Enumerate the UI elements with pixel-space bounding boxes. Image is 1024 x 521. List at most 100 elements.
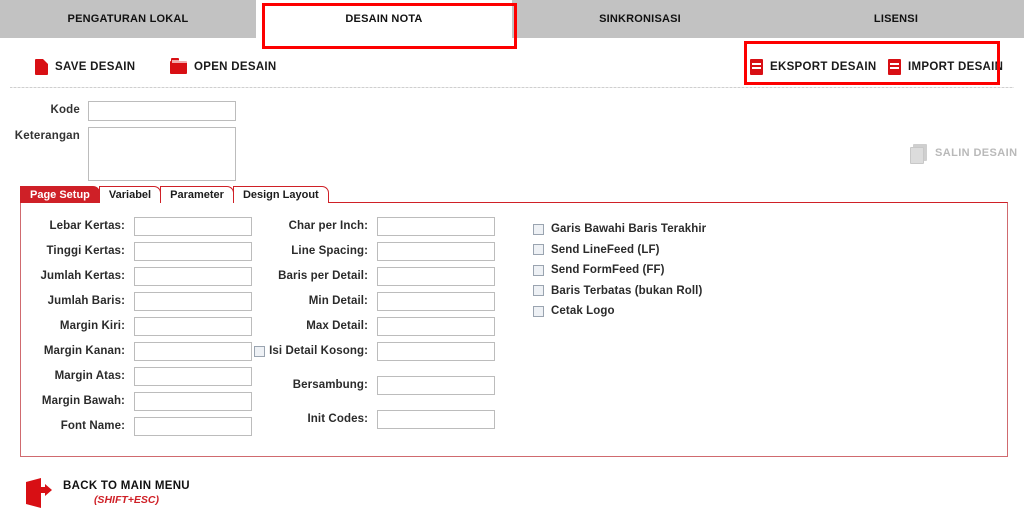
- field-max-detail: Max Detail:: [269, 316, 495, 336]
- tab-label: Page Setup: [30, 189, 90, 201]
- field-label: Line Spacing:: [291, 245, 368, 257]
- page-setup-options-column: Garis Bawahi Baris Terakhir Send LineFee…: [533, 219, 706, 322]
- back-to-main-menu-button[interactable]: BACK TO MAIN MENU (SHIFT+ESC): [26, 478, 190, 508]
- nav-tab-desain-nota[interactable]: DESAIN NOTA: [256, 0, 512, 38]
- field-label: Baris per Detail:: [278, 270, 368, 282]
- min-detail-input[interactable]: [377, 291, 495, 311]
- salin-desain-label: SALIN DESAIN: [935, 146, 1018, 159]
- option-label: Garis Bawahi Baris Terakhir: [551, 223, 707, 235]
- option-label: Send FormFeed (FF): [551, 264, 665, 276]
- field-margin-kiri: Margin Kiri:: [26, 316, 252, 336]
- salin-desain-button[interactable]: SALIN DESAIN: [910, 144, 1018, 164]
- nav-tab-label: SINKRONISASI: [599, 13, 681, 25]
- field-label: Jumlah Kertas:: [40, 270, 125, 282]
- document-icon: [35, 59, 48, 75]
- option-baris-terbatas[interactable]: Baris Terbatas (bukan Roll): [533, 281, 706, 301]
- garis-bawahi-checkbox[interactable]: [533, 223, 544, 235]
- open-desain-button[interactable]: OPEN DESAIN: [170, 57, 277, 77]
- field-label: Min Detail:: [308, 295, 368, 307]
- keterangan-textarea[interactable]: [88, 127, 236, 181]
- kode-label: Kode: [50, 104, 80, 116]
- field-lebar-kertas: Lebar Kertas:: [26, 216, 252, 236]
- copy-document-icon: [910, 144, 927, 164]
- document-export-icon: [750, 59, 763, 75]
- char-per-inch-input[interactable]: [377, 216, 495, 236]
- back-to-main-menu-label: BACK TO MAIN MENU: [63, 480, 190, 492]
- tab-design-layout[interactable]: Design Layout: [232, 186, 329, 203]
- page-setup-middle-column: Char per Inch: Line Spacing: Baris per D…: [254, 216, 495, 434]
- field-label: Init Codes:: [307, 413, 368, 425]
- field-label: Isi Detail Kosong:: [269, 345, 368, 357]
- eksport-desain-label: EKSPORT DESAIN: [770, 61, 877, 73]
- isi-detail-kosong-checkbox[interactable]: [254, 345, 266, 357]
- field-margin-kanan: Margin Kanan:: [26, 341, 252, 361]
- bersambung-input[interactable]: [377, 375, 495, 395]
- tab-variabel[interactable]: Variabel: [98, 186, 162, 203]
- field-label: Margin Atas:: [54, 370, 125, 382]
- keterangan-label: Keterangan: [14, 130, 80, 142]
- eksport-desain-button[interactable]: EKSPORT DESAIN: [750, 57, 876, 77]
- margin-kanan-input[interactable]: [134, 341, 252, 361]
- option-send-linefeed[interactable]: Send LineFeed (LF): [533, 240, 706, 260]
- option-label: Send LineFeed (LF): [551, 243, 660, 256]
- tab-page-setup[interactable]: Page Setup: [20, 186, 100, 203]
- row-spacer: [269, 400, 495, 409]
- design-toolbar: SAVE DESAIN OPEN DESAIN EKSPORT DESAIN I…: [0, 38, 1024, 87]
- nav-tab-lisensi[interactable]: LISENSI: [768, 0, 1024, 38]
- field-label: Font Name:: [60, 420, 125, 432]
- send-linefeed-checkbox[interactable]: [533, 244, 544, 255]
- document-import-icon: [888, 59, 901, 75]
- init-codes-input[interactable]: [377, 409, 495, 429]
- field-isi-detail-kosong: Isi Detail Kosong:: [254, 341, 495, 361]
- margin-bawah-input[interactable]: [134, 391, 252, 411]
- import-desain-button[interactable]: IMPORT DESAIN: [888, 57, 1003, 77]
- main-tab-bar: PENGATURAN LOKAL DESAIN NOTA SINKRONISAS…: [0, 0, 1024, 38]
- field-baris-per-detail: Baris per Detail:: [269, 266, 495, 286]
- page-setup-panel: Lebar Kertas: Tinggi Kertas: Jumlah Kert…: [20, 202, 1008, 457]
- margin-atas-input[interactable]: [134, 366, 252, 386]
- kode-input[interactable]: [88, 101, 236, 121]
- margin-kiri-input[interactable]: [134, 316, 252, 336]
- option-cetak-logo[interactable]: Cetak Logo: [533, 301, 706, 321]
- tab-parameter[interactable]: Parameter: [160, 186, 234, 203]
- cetak-logo-checkbox[interactable]: [533, 305, 544, 317]
- field-jumlah-baris: Jumlah Baris:: [26, 291, 252, 311]
- option-garis-bawahi-baris-terakhir[interactable]: Garis Bawahi Baris Terakhir: [533, 219, 706, 239]
- tinggi-kertas-input[interactable]: [134, 241, 252, 261]
- field-label: Tinggi Kertas:: [46, 245, 125, 257]
- field-label: Bersambung:: [292, 379, 368, 391]
- field-label: Lebar Kertas:: [49, 220, 125, 232]
- back-shortcut-label: (SHIFT+ESC): [93, 494, 159, 506]
- font-name-input[interactable]: [134, 416, 252, 436]
- field-label: Max Detail:: [306, 320, 368, 332]
- field-label: Char per Inch:: [288, 220, 368, 232]
- jumlah-kertas-input[interactable]: [134, 266, 252, 286]
- exit-door-shape: [26, 478, 41, 508]
- section-tab-strip: Page Setup Variabel Parameter Design Lay…: [20, 186, 329, 203]
- field-line-spacing: Line Spacing:: [269, 241, 495, 261]
- max-detail-input[interactable]: [377, 316, 495, 336]
- field-label: Jumlah Baris:: [47, 295, 125, 307]
- page-setup-left-column: Lebar Kertas: Tinggi Kertas: Jumlah Kert…: [26, 216, 252, 441]
- exit-door-icon: [26, 478, 52, 508]
- save-desain-button[interactable]: SAVE DESAIN: [35, 57, 135, 77]
- nav-tab-label: LISENSI: [873, 13, 919, 25]
- field-char-per-inch: Char per Inch:: [269, 216, 495, 236]
- field-margin-bawah: Margin Bawah:: [26, 391, 252, 411]
- nav-tab-pengaturan-lokal[interactable]: PENGATURAN LOKAL: [0, 0, 256, 38]
- send-formfeed-checkbox[interactable]: [533, 264, 544, 276]
- baris-terbatas-checkbox[interactable]: [533, 285, 544, 296]
- line-spacing-input[interactable]: [377, 241, 495, 261]
- jumlah-baris-input[interactable]: [134, 291, 252, 311]
- nav-tab-label: PENGATURAN LOKAL: [67, 13, 189, 25]
- field-label-with-checkbox: Isi Detail Kosong:: [254, 345, 377, 357]
- lebar-kertas-input[interactable]: [134, 216, 252, 236]
- nav-tab-sinkronisasi[interactable]: SINKRONISASI: [512, 0, 768, 38]
- field-font-name: Font Name:: [26, 416, 252, 436]
- desain-nota-screen: PENGATURAN LOKAL DESAIN NOTA SINKRONISAS…: [0, 0, 1024, 521]
- isi-detail-kosong-input[interactable]: [377, 341, 495, 361]
- field-margin-atas: Margin Atas:: [26, 366, 252, 386]
- option-send-formfeed[interactable]: Send FormFeed (FF): [533, 260, 706, 280]
- baris-per-detail-input[interactable]: [377, 266, 495, 286]
- toolbar-divider: [10, 87, 1014, 88]
